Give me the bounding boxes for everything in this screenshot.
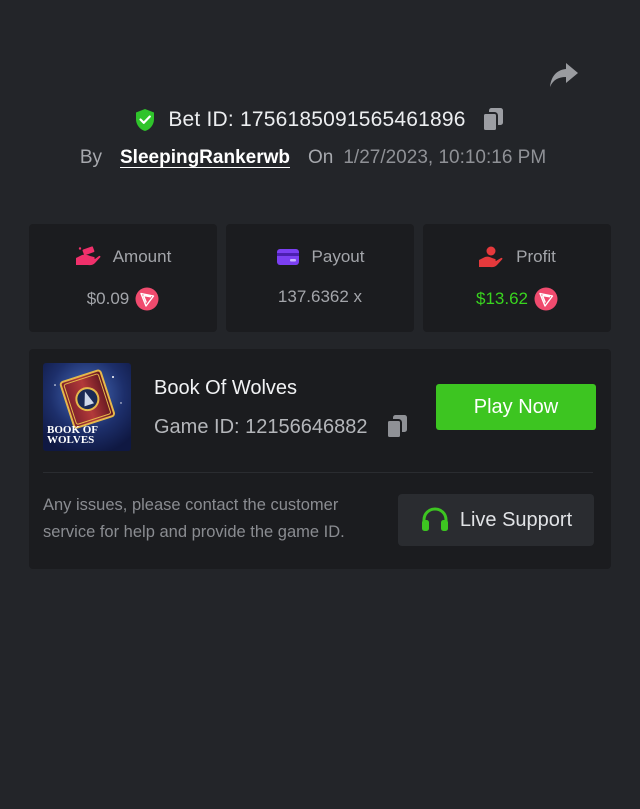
- bet-date: 1/27/2023, 10:10:16 PM: [343, 147, 547, 168]
- live-support-label: Live Support: [459, 508, 573, 531]
- payout-value: 137.6362 x: [277, 287, 363, 306]
- tron-coin-icon: [534, 287, 558, 311]
- amount-label: Amount: [112, 247, 172, 266]
- amount-card: Amount $0.09: [29, 224, 217, 332]
- bet-meta-row: By SleepingRankerwb On 1/27/2023, 10:10:…: [0, 142, 640, 174]
- profit-value: $13.62: [476, 289, 528, 308]
- book-of-wolves-art: BOOK OF WOLVES: [43, 363, 131, 451]
- payout-label: Payout: [311, 247, 365, 266]
- username-link[interactable]: SleepingRankerwb: [120, 147, 290, 169]
- headset-icon: [421, 507, 448, 531]
- bet-id: Bet ID: 1756185091565461896: [168, 108, 466, 131]
- profit-label: Profit: [516, 247, 556, 266]
- copy-bet-id-button[interactable]: [480, 106, 506, 134]
- share-icon: [550, 63, 578, 87]
- support-message: Any issues, please contact the customer …: [43, 496, 345, 541]
- on-label: On: [308, 147, 334, 168]
- play-now-button[interactable]: Play Now: [436, 384, 596, 430]
- divider: [43, 472, 593, 473]
- payout-card: Payout 137.6362 x: [226, 224, 414, 332]
- money-hand-icon: [75, 246, 101, 266]
- profit-card: Profit $13.62: [423, 224, 611, 332]
- tron-coin-icon: [135, 287, 159, 311]
- copy-icon: [385, 415, 407, 439]
- profit-hand-icon: [479, 246, 503, 268]
- game-id: Game ID: 12156646882: [154, 415, 368, 438]
- bet-stats: Amount $0.09 Payout 137.6362 x Profit $1…: [29, 224, 611, 332]
- live-support-button[interactable]: Live Support: [398, 494, 594, 546]
- thumbnail-title-2: WOLVES: [47, 434, 94, 446]
- by-label: By: [79, 147, 102, 168]
- bet-id-row: Bet ID: 1756185091565461896: [0, 104, 640, 136]
- verified-shield-icon: [136, 109, 155, 131]
- amount-value: $0.09: [86, 289, 130, 308]
- game-title: Book Of Wolves: [154, 377, 298, 399]
- game-thumbnail[interactable]: BOOK OF WOLVES: [43, 363, 131, 451]
- card-icon: [276, 249, 299, 265]
- game-card: BOOK OF WOLVES Book Of Wolves Game ID: 1…: [29, 349, 611, 569]
- copy-icon: [481, 108, 503, 132]
- game-id-row: Game ID: 12156646882: [154, 413, 410, 441]
- share-button[interactable]: [546, 60, 582, 90]
- copy-game-id-button[interactable]: [384, 413, 410, 441]
